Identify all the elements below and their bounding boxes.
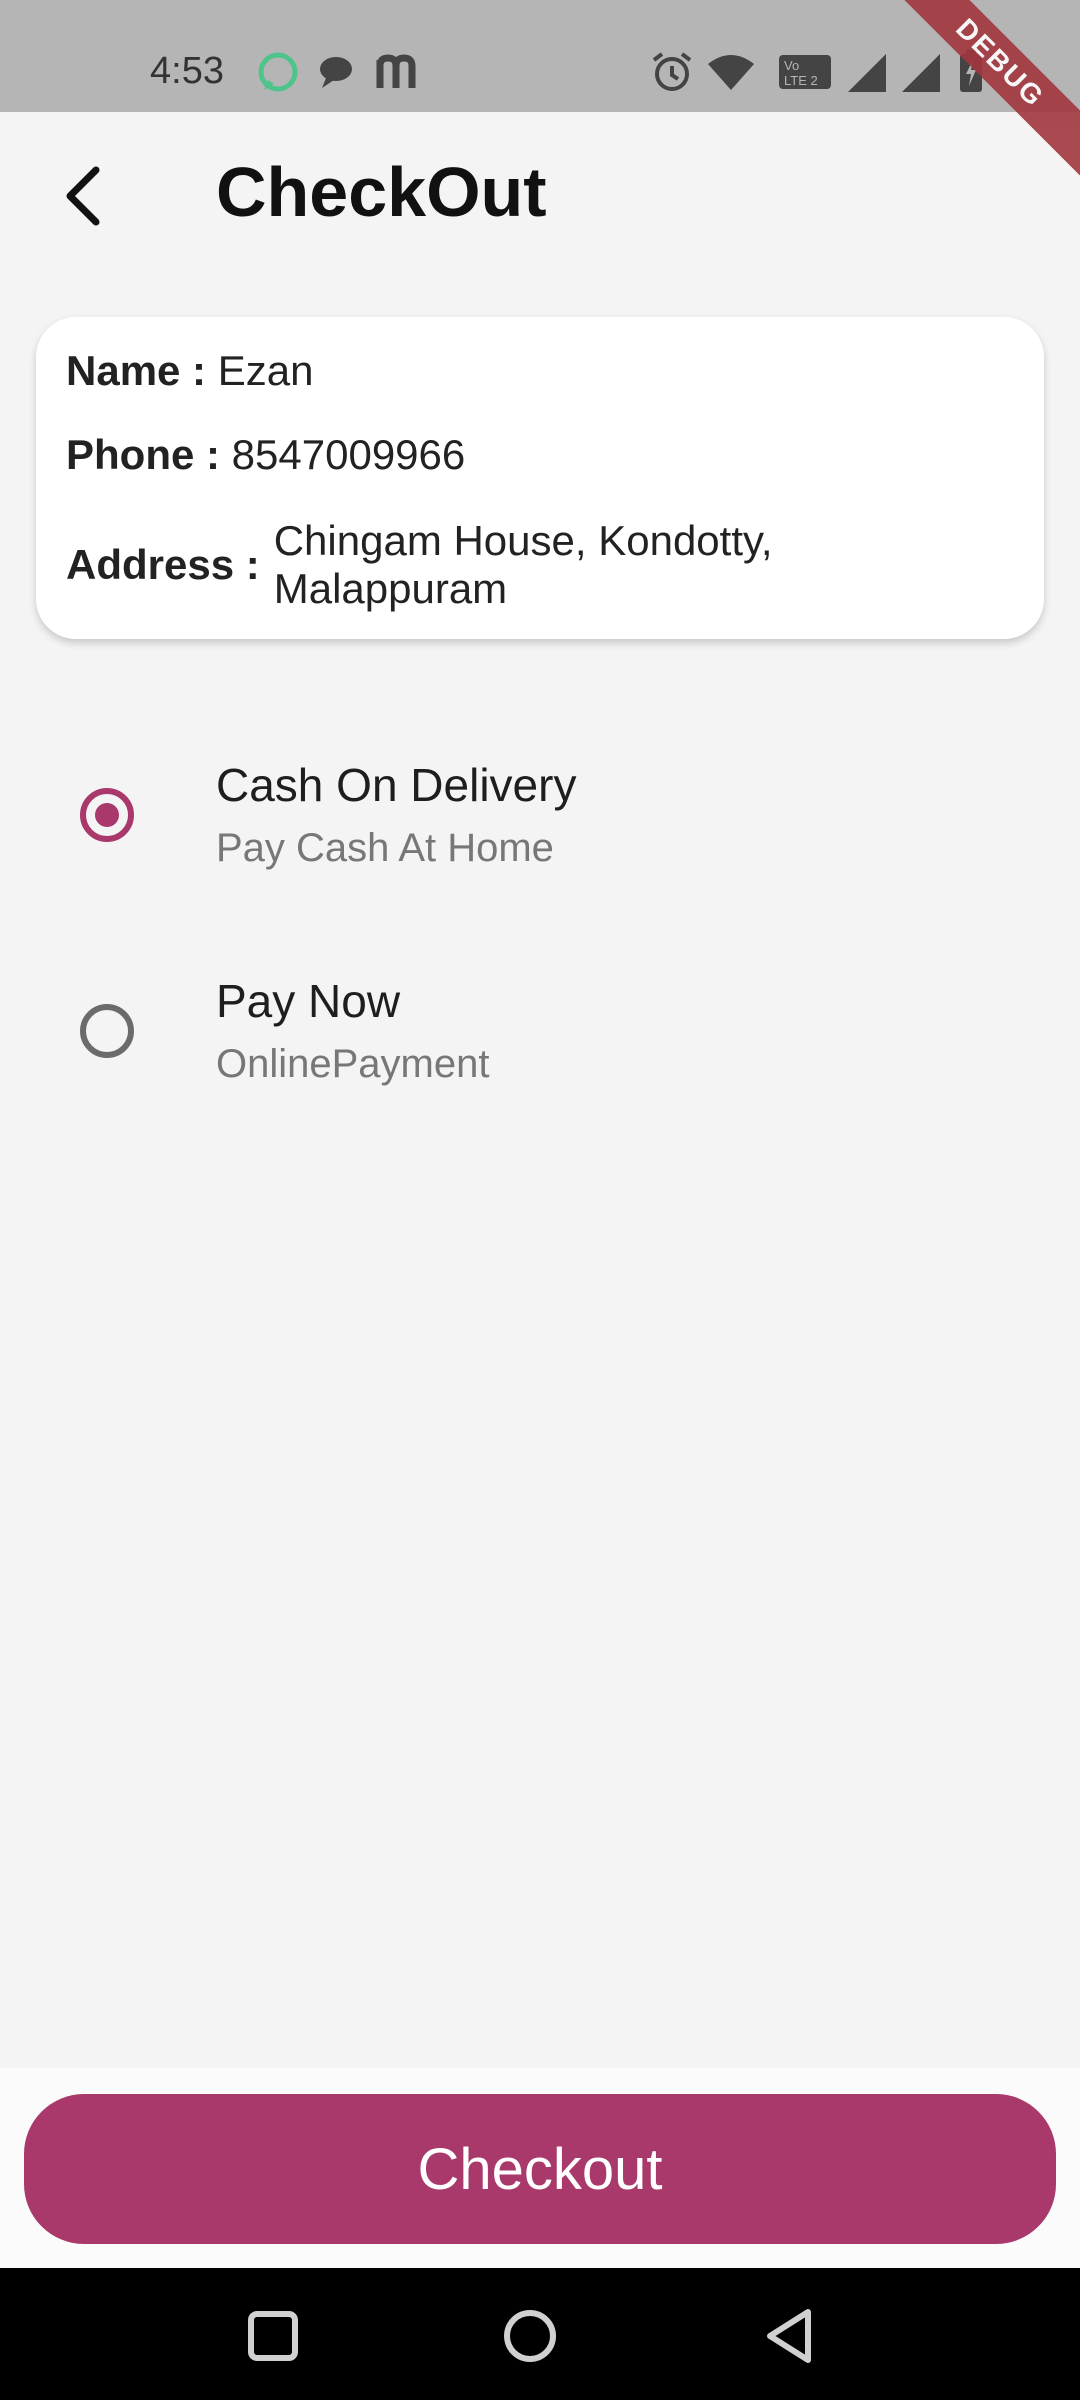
status-time: 4:53	[150, 50, 224, 92]
signal-icon-2	[902, 54, 940, 92]
svg-text:LTE 2: LTE 2	[784, 73, 818, 88]
payment-option-pay-now[interactable]: Pay Now OnlinePayment	[0, 946, 1080, 1116]
radio-button-unselected[interactable]	[80, 1004, 134, 1058]
circle-nav-icon[interactable]	[500, 2306, 560, 2366]
name-label: Name :	[66, 347, 207, 394]
back-arrow-icon[interactable]	[56, 160, 116, 232]
m-app-icon	[376, 54, 416, 88]
volte-icon: Vo LTE 2	[779, 55, 831, 89]
phone-value: 8547009966	[231, 431, 466, 478]
payment-option-cash-on-delivery[interactable]: Cash On Delivery Pay Cash At Home	[0, 730, 1080, 900]
bottom-bar: Checkout	[0, 2068, 1080, 2268]
triangle-back-nav-icon[interactable]	[760, 2306, 820, 2366]
phone-row: Phone : 8547009966	[66, 431, 465, 479]
checkout-button[interactable]: Checkout	[24, 2094, 1056, 2244]
option-subtitle: OnlinePayment	[216, 1042, 490, 1086]
square-nav-icon[interactable]	[243, 2306, 303, 2366]
address-value: Chingam House, Kondotty, Malappuram	[273, 517, 773, 612]
address-label: Address :	[66, 541, 260, 588]
wifi-icon	[708, 55, 754, 90]
system-navigation-bar	[0, 2268, 1080, 2400]
option-title: Cash On Delivery	[216, 759, 577, 811]
name-row: Name : Ezan	[66, 347, 313, 395]
phone-label: Phone :	[66, 431, 220, 478]
alarm-icon	[652, 52, 692, 91]
svg-text:Vo: Vo	[784, 58, 799, 73]
status-bar: 4:53 Vo LTE 2 DEBUG	[0, 0, 1080, 186]
address-row: Address : Chingam House, Kondotty, Malap…	[66, 517, 834, 613]
page-title: CheckOut	[216, 153, 547, 231]
option-subtitle: Pay Cash At Home	[216, 826, 554, 870]
chat-icon	[320, 57, 352, 88]
radio-button-selected[interactable]	[80, 788, 134, 842]
signal-icon	[848, 54, 886, 92]
option-title: Pay Now	[216, 975, 401, 1027]
whatsapp-icon	[258, 52, 298, 92]
customer-details-card: Name : Ezan Phone : 8547009966 Address :…	[36, 317, 1044, 639]
name-value: Ezan	[217, 347, 314, 394]
